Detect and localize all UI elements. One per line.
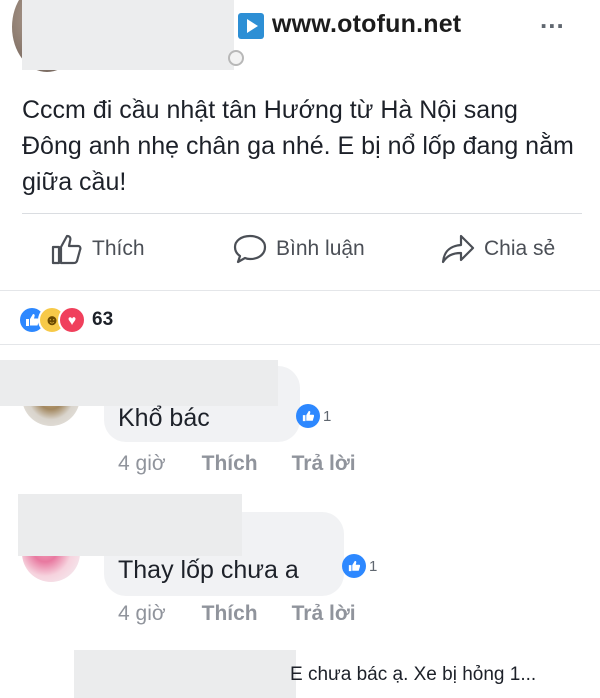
privacy-globe-icon	[228, 50, 244, 66]
comment-reply-button[interactable]: Trả lời	[292, 452, 356, 476]
comment-text: E chưa bác ạ. Xe bị hỏng 1...	[290, 664, 537, 685]
reactions-summary[interactable]: ☻ ♥ 63	[18, 306, 113, 334]
like-icon	[296, 404, 320, 428]
like-button[interactable]: Thích	[50, 232, 145, 266]
play-icon	[238, 13, 264, 39]
comment-like-number: 1	[369, 557, 378, 575]
comment-icon	[233, 234, 267, 264]
comment-like-number: 1	[323, 407, 332, 425]
comment-like-button[interactable]: Thích	[202, 452, 258, 476]
comment-meta: 4 giờ Thích Trả lời	[118, 452, 356, 476]
comment-text: Thay lốp chưa a	[118, 556, 299, 584]
divider	[22, 213, 582, 214]
page-site-name[interactable]: www.otofun.net	[272, 10, 461, 39]
comment-time: 4 giờ	[118, 452, 166, 475]
comment-reply-button[interactable]: Trả lời	[292, 602, 356, 626]
comment-like-button[interactable]: Thích	[202, 602, 258, 626]
divider	[0, 344, 600, 345]
more-options-icon[interactable]: ...	[540, 4, 565, 35]
comment-button[interactable]: Bình luận	[232, 232, 365, 266]
comment-meta: 4 giờ Thích Trả lời	[118, 602, 356, 626]
love-icon: ♥	[58, 306, 86, 334]
like-icon	[342, 554, 366, 578]
reactions-count: 63	[92, 309, 114, 330]
commenter-name-redacted[interactable]	[0, 360, 278, 406]
commenter-name-redacted[interactable]	[74, 650, 296, 698]
comment-time: 4 giờ	[118, 602, 166, 625]
like-label: Thích	[92, 237, 145, 260]
post-author-name-redacted	[22, 0, 234, 70]
divider	[0, 290, 600, 291]
share-icon	[441, 234, 475, 264]
share-button[interactable]: Chia sẻ	[440, 232, 555, 266]
comment-label: Bình luận	[276, 237, 365, 260]
thumbs-up-icon	[51, 234, 82, 265]
comment-like-count[interactable]: 1	[342, 554, 377, 578]
comment-like-count[interactable]: 1	[296, 404, 331, 428]
comment-text: Khổ bác	[118, 404, 210, 432]
post-text: Cccm đi cầu nhật tân Hướng từ Hà Nội san…	[22, 96, 574, 196]
share-label: Chia sẻ	[484, 237, 556, 260]
commenter-name-redacted[interactable]	[18, 494, 242, 556]
